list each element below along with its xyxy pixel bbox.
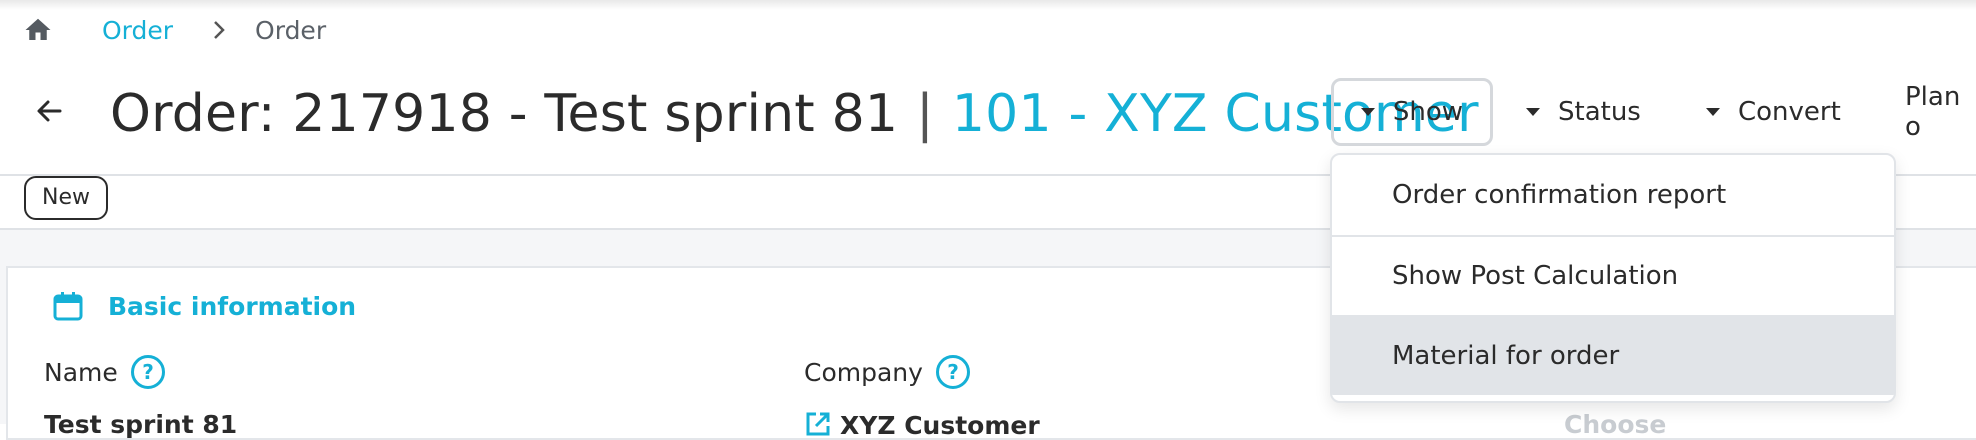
back-arrow-icon[interactable] (34, 96, 64, 126)
external-link-icon[interactable] (804, 410, 832, 438)
caret-down-icon (1526, 108, 1540, 116)
calendar-icon (53, 292, 83, 321)
svg-text:?: ? (142, 360, 154, 384)
name-label-text: Name (44, 357, 118, 387)
plan-button-label: Plan o (1905, 82, 1961, 142)
company-label-text: Company (804, 357, 923, 387)
status-button[interactable]: Status (1526, 78, 1641, 146)
name-label: Name ? (44, 354, 166, 390)
company-value-text: XYZ Customer (840, 411, 1040, 440)
home-icon[interactable] (22, 15, 54, 45)
show-dropdown-menu: Order confirmation report Show Post Calc… (1330, 153, 1896, 403)
status-button-label: Status (1558, 97, 1641, 127)
choose-placeholder[interactable]: Choose (1564, 410, 1666, 439)
convert-button-label: Convert (1738, 97, 1841, 127)
chevron-right-icon (214, 21, 225, 39)
caret-down-icon (1706, 108, 1720, 116)
breadcrumb-current: Order (255, 15, 327, 45)
card-header: Basic information (52, 290, 356, 322)
breadcrumb: Order Order (22, 8, 326, 52)
company-label: Company ? (804, 354, 971, 390)
order-title: Order: 217918 - Test sprint 81 (110, 84, 899, 144)
status-badge: New (24, 176, 108, 220)
card-title: Basic information (108, 291, 357, 321)
menu-item-show-post-calculation[interactable]: Show Post Calculation (1332, 235, 1894, 315)
title-separator: | (916, 84, 934, 144)
help-icon[interactable]: ? (130, 354, 166, 390)
show-button-label: Show (1392, 97, 1464, 127)
breadcrumb-link-order[interactable]: Order (102, 16, 173, 45)
svg-text:?: ? (947, 360, 959, 384)
convert-button[interactable]: Convert (1706, 78, 1841, 146)
help-icon[interactable]: ? (935, 354, 971, 390)
name-value: Test sprint 81 (44, 410, 238, 439)
caret-down-icon (1360, 108, 1375, 116)
company-value[interactable]: XYZ Customer (804, 410, 1040, 440)
plan-button[interactable]: Plan o (1905, 78, 1976, 146)
page-title: Order: 217918 - Test sprint 81 | 101 - XYZ… (110, 84, 1479, 144)
menu-item-order-confirmation-report[interactable]: Order confirmation report (1332, 155, 1894, 235)
menu-item-material-for-order[interactable]: Material for order (1332, 315, 1894, 395)
show-button[interactable]: Show (1331, 78, 1493, 146)
